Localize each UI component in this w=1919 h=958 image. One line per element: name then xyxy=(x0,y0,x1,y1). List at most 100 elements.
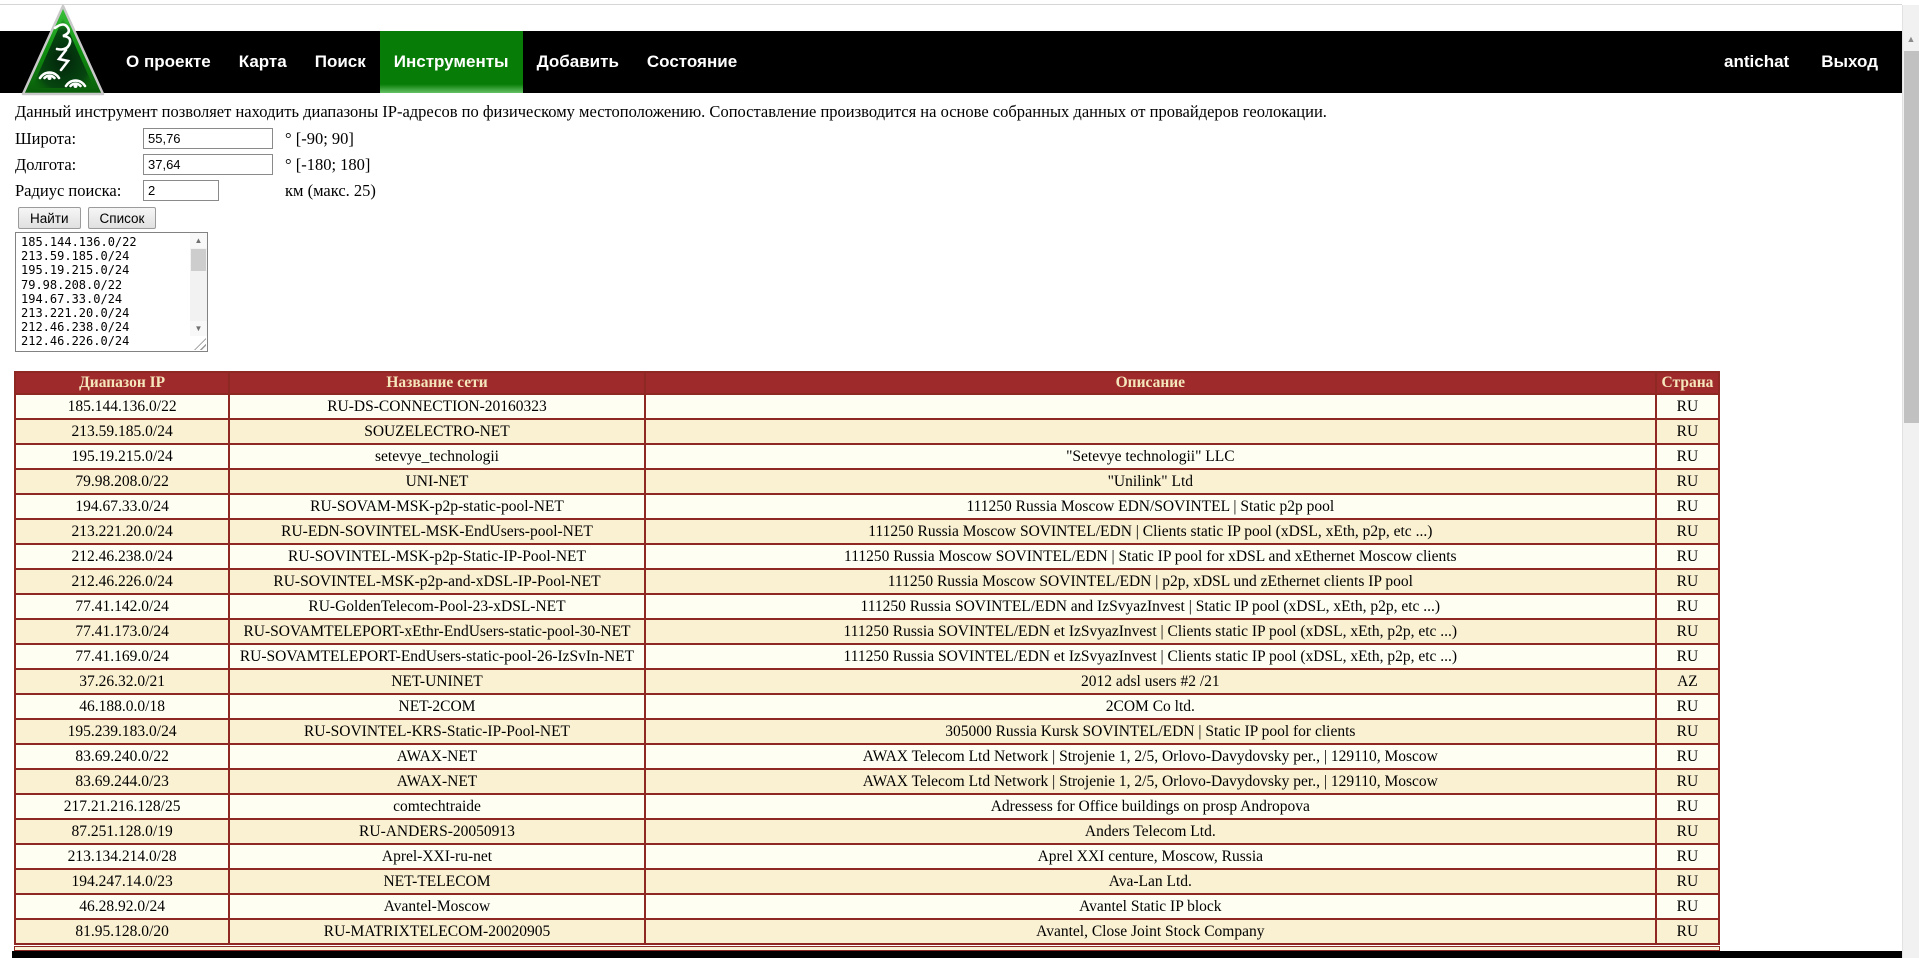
cell-country: RU xyxy=(1656,869,1719,894)
find-button[interactable]: Найти xyxy=(18,207,81,229)
radius-label: Радиус поиска: xyxy=(15,181,121,201)
nav-item-status[interactable]: Состояние xyxy=(633,31,751,93)
cell-description: 2COM Co ltd. xyxy=(645,694,1656,719)
radius-input[interactable] xyxy=(143,180,219,201)
nav-item-add[interactable]: Добавить xyxy=(523,31,633,93)
cell-description: 111250 Russia Moscow SOVINTEL/EDN | Stat… xyxy=(645,544,1656,569)
cell-description: 111250 Russia Moscow SOVINTEL/EDN | p2p,… xyxy=(645,569,1656,594)
table-row: 81.95.128.0/20 RU-MATRIXTELECOM-20020905… xyxy=(15,919,1719,944)
cell-country: RU xyxy=(1656,419,1719,444)
cell-country: RU xyxy=(1656,744,1719,769)
page-scroll-thumb[interactable] xyxy=(1904,51,1919,423)
cell-country: RU xyxy=(1656,494,1719,519)
cell-ip-range: 46.188.0.0/18 xyxy=(15,694,229,719)
cell-country: RU xyxy=(1656,519,1719,544)
cell-network-name: Aprel-XXI-ru-net xyxy=(229,844,644,869)
list-button[interactable]: Список xyxy=(88,207,157,229)
cell-description: 305000 Russia Kursk SOVINTEL/EDN | Stati… xyxy=(645,719,1656,744)
cell-network-name: RU-SOVAMTELEPORT-xEthr-EndUsers-static-p… xyxy=(229,619,644,644)
ip-ranges-table: Диапазон IP Название сети Описание Стран… xyxy=(14,371,1720,945)
cell-network-name: RU-MATRIXTELECOM-20020905 xyxy=(229,919,644,944)
latitude-label: Широта: xyxy=(15,129,76,149)
cell-network-name: RU-GoldenTelecom-Pool-23-xDSL-NET xyxy=(229,594,644,619)
nav-item-logout[interactable]: Выход xyxy=(1821,31,1878,93)
ip-list-textarea[interactable]: 185.144.136.0/22 213.59.185.0/24 195.19.… xyxy=(15,232,208,352)
cell-country: RU xyxy=(1656,694,1719,719)
ip-list-scroll-thumb[interactable] xyxy=(191,249,206,271)
cell-network-name: UNI-NET xyxy=(229,469,644,494)
bottom-black-bar xyxy=(12,951,1902,958)
cell-country: RU xyxy=(1656,569,1719,594)
nav-item-about[interactable]: О проекте xyxy=(112,31,225,93)
cell-network-name: NET-UNINET xyxy=(229,669,644,694)
latitude-input[interactable] xyxy=(143,128,273,149)
cell-ip-range: 46.28.92.0/24 xyxy=(15,894,229,919)
nav-item-map[interactable]: Карта xyxy=(225,31,301,93)
cell-ip-range: 81.95.128.0/20 xyxy=(15,919,229,944)
nav-menu-right: antichat Выход xyxy=(1724,31,1878,93)
cell-country: RU xyxy=(1656,844,1719,869)
nav-item-tools[interactable]: Инструменты xyxy=(380,31,523,93)
cell-network-name: Avantel-Moscow xyxy=(229,894,644,919)
cell-network-name: NET-2COM xyxy=(229,694,644,719)
cell-country: RU xyxy=(1656,644,1719,669)
cell-ip-range: 87.251.128.0/19 xyxy=(15,819,229,844)
nav-item-search[interactable]: Поиск xyxy=(301,31,380,93)
logo-antenna-icon[interactable] xyxy=(21,4,105,98)
cell-description: Aprel XXI centure, Moscow, Russia xyxy=(645,844,1656,869)
longitude-input[interactable] xyxy=(143,154,273,175)
longitude-unit: ° [-180; 180] xyxy=(285,155,370,175)
cell-country: RU xyxy=(1656,619,1719,644)
cell-country: RU xyxy=(1656,594,1719,619)
page-scrollbar[interactable]: ▲ xyxy=(1902,5,1919,958)
cell-description: 111250 Russia Moscow EDN/SOVINTEL | Stat… xyxy=(645,494,1656,519)
cell-ip-range: 77.41.169.0/24 xyxy=(15,644,229,669)
table-row: 195.239.183.0/24 RU-SOVINTEL-KRS-Static-… xyxy=(15,719,1719,744)
cell-network-name: NET-TELECOM xyxy=(229,869,644,894)
table-row: 212.46.238.0/24 RU-SOVINTEL-MSK-p2p-Stat… xyxy=(15,544,1719,569)
cell-ip-range: 212.46.226.0/24 xyxy=(15,569,229,594)
header-network-name: Название сети xyxy=(229,372,644,394)
cell-country: RU xyxy=(1656,919,1719,944)
nav-menu: О проектеКартаПоискИнструментыДобавитьСо… xyxy=(112,31,751,93)
ip-list-content: 185.144.136.0/22 213.59.185.0/24 195.19.… xyxy=(21,235,186,349)
cell-country: RU xyxy=(1656,719,1719,744)
table-row: 213.59.185.0/24 SOUZELECTRO-NET RU xyxy=(15,419,1719,444)
table-row: 194.67.33.0/24 RU-SOVAM-MSK-p2p-static-p… xyxy=(15,494,1719,519)
page-scroll-up-icon[interactable]: ▲ xyxy=(1903,31,1919,48)
cell-country: RU xyxy=(1656,819,1719,844)
scroll-down-icon[interactable]: ▼ xyxy=(190,321,207,336)
cell-ip-range: 213.134.214.0/28 xyxy=(15,844,229,869)
table-row: 77.41.169.0/24 RU-SOVAMTELEPORT-EndUsers… xyxy=(15,644,1719,669)
cell-country: RU xyxy=(1656,444,1719,469)
nav-item-antichat[interactable]: antichat xyxy=(1724,31,1789,93)
resize-grip-icon[interactable] xyxy=(194,338,206,350)
cell-network-name: AWAX-NET xyxy=(229,769,644,794)
header-description: Описание xyxy=(645,372,1656,394)
cell-network-name: RU-SOVAMTELEPORT-EndUsers-static-pool-26… xyxy=(229,644,644,669)
top-divider xyxy=(0,4,1902,5)
cell-description: 111250 Russia Moscow SOVINTEL/EDN | Clie… xyxy=(645,519,1656,544)
cell-description: "Setevye technologii" LLC xyxy=(645,444,1656,469)
cell-country: RU xyxy=(1656,794,1719,819)
cell-ip-range: 83.69.244.0/23 xyxy=(15,769,229,794)
cell-description: Avantel Static IP block xyxy=(645,894,1656,919)
cell-ip-range: 213.221.20.0/24 xyxy=(15,519,229,544)
cell-ip-range: 195.19.215.0/24 xyxy=(15,444,229,469)
cell-ip-range: 217.21.216.128/25 xyxy=(15,794,229,819)
table-row: 87.251.128.0/19 RU-ANDERS-20050913 Ander… xyxy=(15,819,1719,844)
scroll-up-icon[interactable]: ▲ xyxy=(190,233,207,248)
cell-network-name: SOUZELECTRO-NET xyxy=(229,419,644,444)
cell-description: 111250 Russia SOVINTEL/EDN et IzSvyazInv… xyxy=(645,619,1656,644)
cell-description: AWAX Telecom Ltd Network | Strojenie 1, … xyxy=(645,769,1656,794)
cell-network-name: setevye_technologii xyxy=(229,444,644,469)
cell-ip-range: 194.247.14.0/23 xyxy=(15,869,229,894)
cell-ip-range: 213.59.185.0/24 xyxy=(15,419,229,444)
navbar: О проектеКартаПоискИнструментыДобавитьСо… xyxy=(0,31,1902,93)
ip-list-scrollbar[interactable]: ▲ ▼ xyxy=(190,233,207,336)
cell-network-name: comtechtraide xyxy=(229,794,644,819)
cell-description xyxy=(645,394,1656,419)
cell-ip-range: 37.26.32.0/21 xyxy=(15,669,229,694)
cell-description: "Unilink" Ltd xyxy=(645,469,1656,494)
latitude-unit: ° [-90; 90] xyxy=(285,129,354,149)
